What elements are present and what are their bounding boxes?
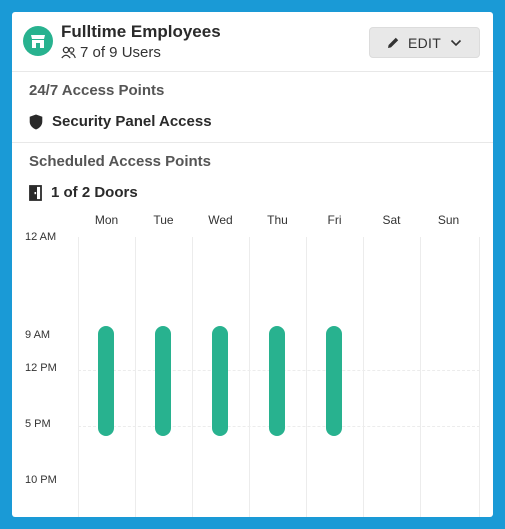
time-label-12am: 12 AM [25, 231, 57, 243]
edit-button-label: EDIT [407, 34, 442, 51]
group-avatar [23, 26, 53, 56]
schedule-bar-mon[interactable] [98, 326, 114, 436]
day-label-tue: Tue [153, 213, 174, 227]
grid-line [192, 237, 193, 517]
card-header: Fulltime Employees 7 of 9 Users EDIT [12, 12, 493, 72]
grid-line [78, 237, 79, 517]
access-group-card: Fulltime Employees 7 of 9 Users EDIT 24/… [12, 12, 493, 517]
scheduled-access-title: Scheduled Access Points [29, 153, 212, 170]
always-access-title: 24/7 Access Points [29, 82, 165, 99]
schedule-bar-tue[interactable] [155, 326, 171, 436]
day-label-sat: Sat [382, 213, 401, 227]
day-label-sun: Sun [437, 213, 460, 227]
access-point-label: Security Panel Access [52, 113, 212, 130]
chevron-down-icon [450, 39, 462, 47]
grid-line [479, 237, 480, 517]
storefront-icon [31, 35, 45, 48]
shield-icon [29, 114, 43, 130]
grid-line [249, 237, 250, 517]
time-label-5pm: 5 PM [25, 418, 51, 430]
schedule-bar-fri[interactable] [326, 326, 342, 436]
door-icon [29, 184, 42, 201]
day-label-wed: Wed [208, 213, 233, 227]
day-label-fri: Fri [327, 213, 342, 227]
time-label-10pm: 10 PM [25, 474, 57, 486]
time-label-12pm: 12 PM [25, 362, 57, 374]
pencil-icon [387, 36, 400, 49]
edit-button[interactable]: EDIT [369, 27, 480, 58]
access-point-item: Security Panel Access [29, 113, 212, 130]
schedule-bar-thu[interactable] [269, 326, 285, 436]
group-title: Fulltime Employees [61, 22, 221, 41]
day-label-mon: Mon [94, 213, 119, 227]
user-count-text: 7 of 9 Users [80, 44, 161, 61]
day-label-thu: Thu [267, 213, 288, 227]
schedule-bar-wed[interactable] [212, 326, 228, 436]
user-count: 7 of 9 Users [61, 44, 161, 61]
grid-line [306, 237, 307, 517]
time-label-9am: 9 AM [25, 329, 51, 341]
header-divider [12, 71, 493, 72]
doors-count: 1 of 2 Doors [29, 184, 138, 201]
grid-line [363, 237, 364, 517]
section-divider [12, 142, 493, 143]
users-icon [61, 46, 76, 59]
grid-line [420, 237, 421, 517]
doors-count-text: 1 of 2 Doors [51, 184, 138, 201]
grid-line [135, 237, 136, 517]
